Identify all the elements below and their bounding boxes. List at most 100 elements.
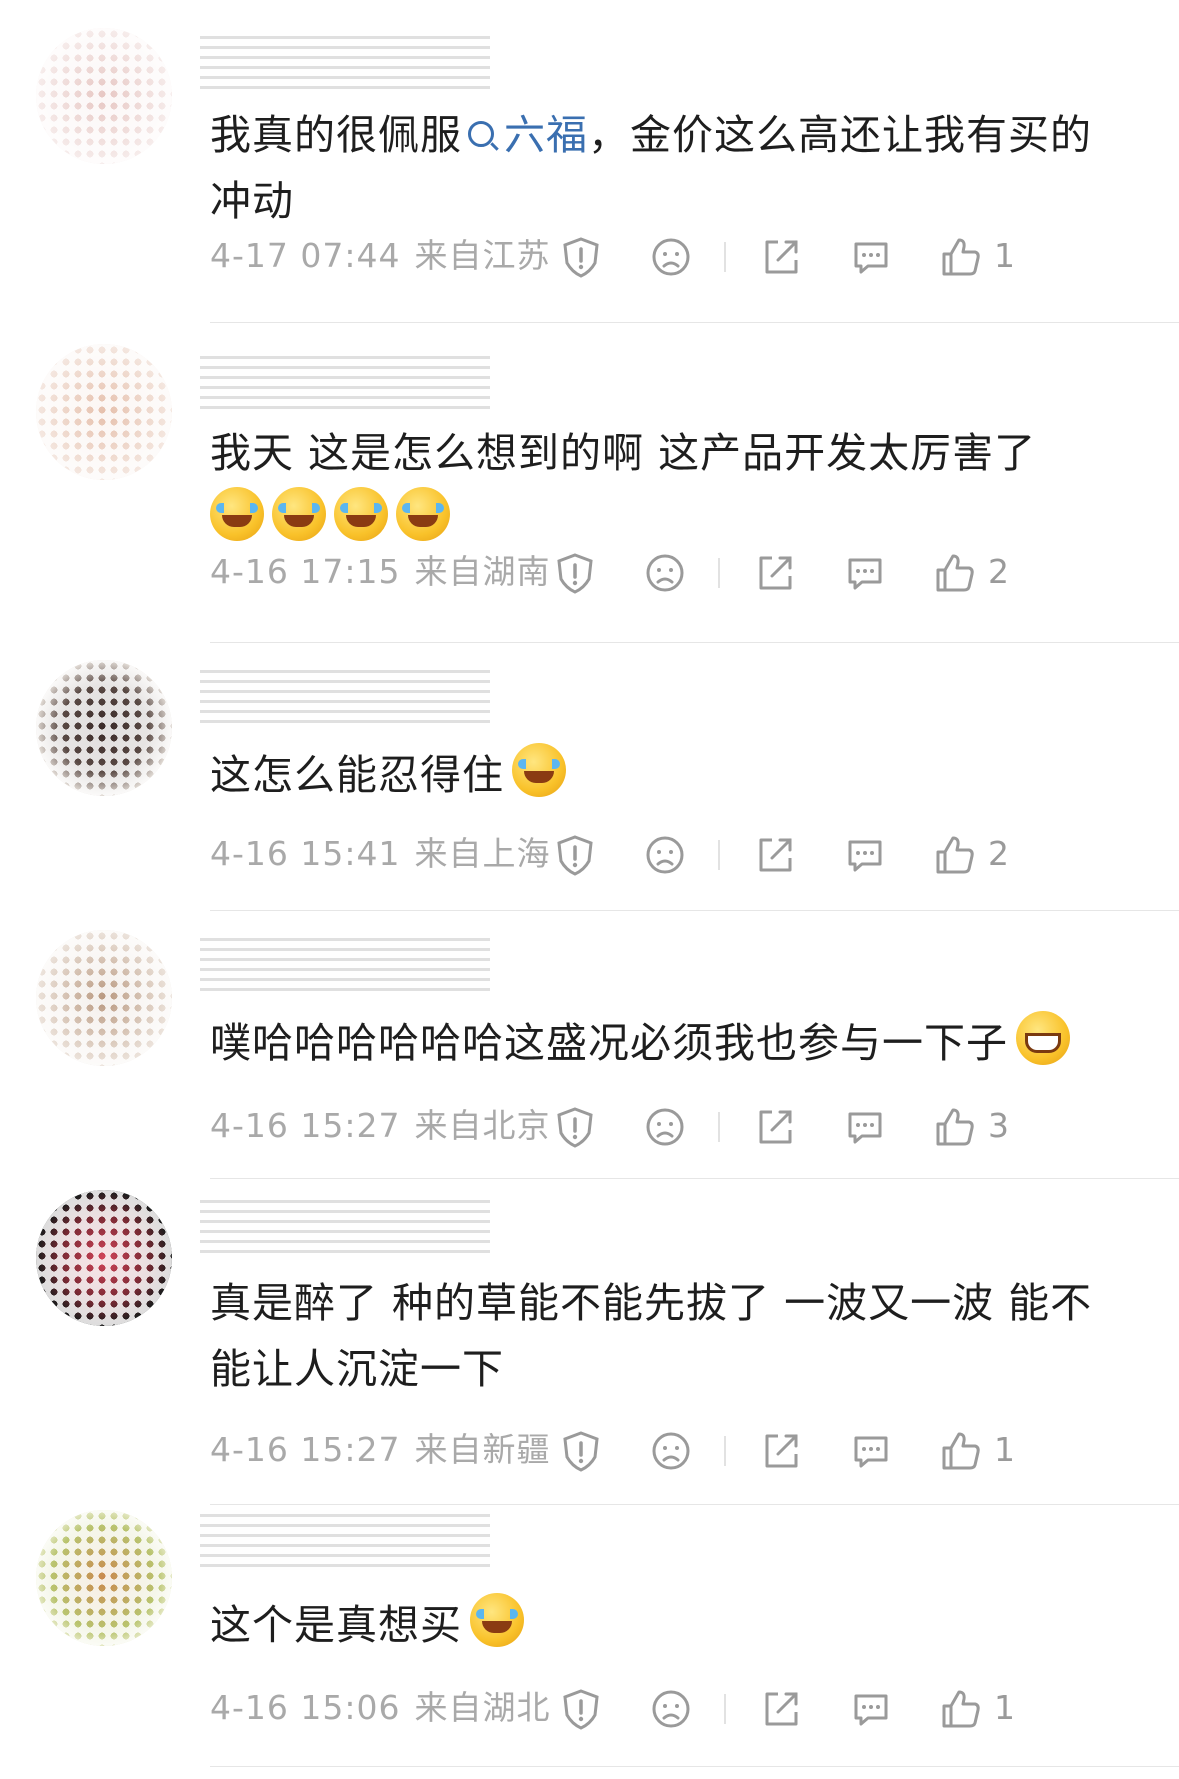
timestamp: 4-16 15:41: [210, 834, 401, 873]
meta-line: 4-16 15:27 来自北京: [210, 1096, 551, 1156]
share-icon[interactable]: [754, 834, 796, 876]
topic-link[interactable]: 六福: [462, 111, 588, 159]
location: 来自湖南: [414, 552, 551, 591]
action-divider: [724, 242, 726, 272]
laughing-crying-emoji-icon: [470, 1593, 524, 1647]
username[interactable]: [200, 356, 490, 412]
reply-icon[interactable]: [844, 1106, 886, 1148]
location: 来自湖北: [414, 1688, 551, 1727]
reply-icon[interactable]: [850, 1430, 892, 1472]
laughing-crying-emoji-icon: [512, 743, 566, 797]
dislike-icon[interactable]: [650, 236, 692, 278]
location: 来自北京: [414, 1106, 551, 1145]
reply-icon[interactable]: [850, 1688, 892, 1730]
avatar[interactable]: [36, 344, 172, 480]
username[interactable]: [200, 1514, 490, 1570]
like-count: 1: [994, 1430, 1015, 1469]
like-count: 2: [988, 834, 1009, 873]
action-divider: [718, 840, 720, 870]
comment-text-body: 我天 这是怎么想到的啊 这产品开发太厉害了: [210, 429, 1037, 477]
dislike-icon[interactable]: [644, 834, 686, 876]
dislike-icon[interactable]: [650, 1430, 692, 1472]
grinning-emoji-icon: [1016, 1011, 1070, 1065]
reply-icon[interactable]: [844, 834, 886, 876]
timestamp: 4-16 15:27: [210, 1106, 401, 1145]
comment-text-body: 真是醉了 种的草能不能先拔了 一波又一波 能不能让人沉淀一下: [210, 1279, 1093, 1393]
comment-text: 真是醉了 种的草能不能先拔了 一波又一波 能不能让人沉淀一下: [210, 1270, 1130, 1402]
crying-emoji-icon: [334, 487, 388, 541]
reply-icon[interactable]: [844, 552, 886, 594]
username[interactable]: [200, 36, 490, 92]
comment-meta: 4-16 15:06 来自湖北 1: [210, 1678, 1140, 1738]
like-icon[interactable]: [940, 1688, 982, 1730]
comment-text-body: 噗哈哈哈哈哈哈这盛况必须我也参与一下子: [210, 1019, 1008, 1067]
avatar[interactable]: [36, 1510, 172, 1646]
reply-icon[interactable]: [850, 236, 892, 278]
avatar[interactable]: [36, 1190, 172, 1326]
comment-text-body: 这怎么能忍得住: [210, 751, 504, 799]
share-icon[interactable]: [760, 1430, 802, 1472]
comment-feed: 我真的很佩服六福，金价这么高还让我有买的冲动 4-17 07:44 来自江苏: [0, 0, 1179, 1779]
report-icon[interactable]: [554, 552, 596, 594]
action-divider: [718, 1112, 720, 1142]
comment-text-part: 我真的很佩服: [210, 111, 462, 159]
share-icon[interactable]: [754, 1106, 796, 1148]
action-bar: 1: [560, 226, 1100, 286]
divider: [210, 910, 1179, 911]
dislike-icon[interactable]: [644, 552, 686, 594]
meta-line: 4-16 15:06 来自湖北: [210, 1678, 551, 1738]
report-icon[interactable]: [560, 1430, 602, 1472]
dislike-icon[interactable]: [644, 1106, 686, 1148]
comment-text: 这怎么能忍得住: [210, 742, 1130, 808]
location: 来自江苏: [414, 236, 551, 275]
crying-emoji-icon: [396, 487, 450, 541]
action-bar: 2: [554, 824, 1094, 884]
comment-meta: 4-16 17:15 来自湖南 2: [210, 542, 1140, 602]
comment-meta: 4-17 07:44 来自江苏 1: [210, 226, 1140, 286]
avatar[interactable]: [36, 28, 172, 164]
crying-emoji-icon: [210, 487, 264, 541]
like-count: 1: [994, 1688, 1015, 1727]
username[interactable]: [200, 938, 490, 994]
like-icon[interactable]: [940, 236, 982, 278]
meta-line: 4-16 15:41 来自上海: [210, 824, 551, 884]
action-bar: 1: [560, 1678, 1100, 1738]
location: 来自上海: [414, 834, 551, 873]
report-icon[interactable]: [554, 1106, 596, 1148]
dislike-icon[interactable]: [650, 1688, 692, 1730]
comment-text: 这个是真想买: [210, 1592, 1130, 1658]
like-icon[interactable]: [934, 1106, 976, 1148]
action-bar: 2: [554, 542, 1094, 602]
comment-meta: 4-16 15:41 来自上海 2: [210, 824, 1140, 884]
like-icon[interactable]: [934, 552, 976, 594]
search-icon: [468, 121, 494, 147]
like-icon[interactable]: [934, 834, 976, 876]
divider: [210, 642, 1179, 643]
username[interactable]: [200, 670, 490, 726]
username[interactable]: [200, 1200, 490, 1256]
comment-text: 我天 这是怎么想到的啊 这产品开发太厉害了: [210, 420, 1130, 552]
crying-emoji-icon: [272, 487, 326, 541]
meta-line: 4-16 15:27 来自新疆: [210, 1420, 551, 1480]
share-icon[interactable]: [760, 236, 802, 278]
comment-meta: 4-16 15:27 来自新疆 1: [210, 1420, 1140, 1480]
action-divider: [724, 1694, 726, 1724]
timestamp: 4-17 07:44: [210, 236, 401, 275]
divider: [210, 1178, 1179, 1179]
report-icon[interactable]: [554, 834, 596, 876]
like-icon[interactable]: [940, 1430, 982, 1472]
comment-text-body: 这个是真想买: [210, 1601, 462, 1649]
action-bar: 1: [560, 1420, 1100, 1480]
location: 来自新疆: [414, 1430, 551, 1469]
divider: [210, 1504, 1179, 1505]
avatar[interactable]: [36, 930, 172, 1066]
comment-text: 我真的很佩服 六福，金价这么高还让我有买的冲动: [210, 102, 1130, 234]
report-icon[interactable]: [560, 1688, 602, 1730]
avatar[interactable]: [36, 660, 172, 796]
report-icon[interactable]: [560, 236, 602, 278]
meta-line: 4-17 07:44 来自江苏: [210, 226, 551, 286]
divider: [210, 1766, 1179, 1767]
share-icon[interactable]: [760, 1688, 802, 1730]
share-icon[interactable]: [754, 552, 796, 594]
timestamp: 4-16 15:06: [210, 1688, 401, 1727]
